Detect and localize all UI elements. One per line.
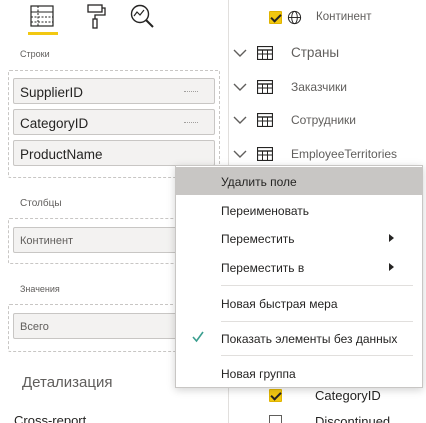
chevron-down-icon[interactable]	[233, 147, 247, 161]
context-menu: Удалить поле Переименовать Переместить П…	[175, 165, 423, 388]
menu-item-label: Переместить	[221, 232, 295, 246]
menu-item-label: Новая группа	[221, 367, 296, 381]
field-label: Всего	[20, 321, 49, 333]
field-row-continent[interactable]: Континент	[229, 6, 426, 30]
drillthrough-title: Детализация	[22, 374, 113, 391]
table-row-employees[interactable]: Сотрудники	[229, 109, 426, 133]
active-tab-indicator	[28, 32, 58, 35]
menu-item-label: Переместить в	[221, 261, 305, 275]
chevron-down-icon[interactable]	[233, 80, 247, 94]
rows-field-supplierid[interactable]: SupplierID	[13, 78, 215, 104]
field-label: Континент	[316, 11, 372, 23]
columns-label: Столбцы	[20, 198, 62, 209]
field-label: CategoryID	[20, 116, 89, 131]
table-icon	[257, 80, 273, 94]
menu-item-rename[interactable]: Переименовать	[176, 196, 422, 224]
field-label: Discontinued	[315, 414, 391, 423]
table-label: EmployeeTerritories	[291, 147, 398, 161]
checkmark-icon	[192, 331, 204, 343]
menu-item-move-to[interactable]: Переместить в	[176, 253, 422, 281]
rows-field-categoryid[interactable]: CategoryID	[13, 109, 215, 135]
table-row-employee-territories[interactable]: EmployeeTerritories	[229, 143, 426, 167]
table-icon	[257, 113, 273, 127]
menu-item-show-items-without-data[interactable]: Показать элементы без данных	[176, 324, 422, 352]
checkbox-checked-icon[interactable]	[269, 389, 282, 402]
menu-divider	[221, 355, 413, 356]
magnifier-chart-icon[interactable]	[128, 2, 156, 30]
menu-item-move[interactable]: Переместить	[176, 224, 422, 252]
submenu-arrow-icon	[389, 234, 394, 242]
table-row-countries[interactable]: Страны	[229, 42, 426, 66]
table-icon	[257, 147, 273, 161]
menu-item-label: Новая быстрая мера	[221, 297, 338, 311]
more-options-icon[interactable]	[184, 122, 198, 125]
table-label: Страны	[291, 45, 340, 60]
field-label: SupplierID	[20, 85, 84, 100]
values-label: Значения	[20, 284, 60, 294]
menu-item-label: Показать элементы без данных	[221, 332, 398, 346]
paint-roller-icon[interactable]	[82, 2, 110, 30]
rows-field-productname[interactable]: ProductName	[13, 140, 215, 166]
menu-item-new-quick-measure[interactable]: Новая быстрая мера	[176, 289, 422, 317]
pane-tabs	[0, 0, 228, 40]
checkbox-checked-icon[interactable]	[269, 11, 282, 24]
chevron-down-icon[interactable]	[233, 113, 247, 127]
table-label: Сотрудники	[291, 113, 356, 127]
menu-item-remove-field[interactable]: Удалить поле	[176, 167, 422, 195]
chevron-down-icon[interactable]	[233, 46, 247, 60]
field-label: ProductName	[20, 147, 103, 162]
field-label: CategoryID	[315, 388, 381, 403]
globe-icon	[287, 10, 302, 25]
submenu-arrow-icon	[389, 263, 394, 271]
table-fields-icon[interactable]	[28, 2, 56, 30]
field-row-discontinued[interactable]: Discontinued	[229, 410, 426, 423]
menu-divider	[221, 285, 413, 286]
menu-divider	[221, 321, 413, 322]
rows-well: SupplierID CategoryID ProductName	[8, 70, 220, 178]
cross-report-label: Cross-report	[14, 413, 87, 423]
table-icon	[257, 46, 273, 60]
more-options-icon[interactable]	[184, 91, 198, 94]
field-label: Континент	[20, 235, 74, 247]
menu-item-label: Удалить поле	[221, 175, 297, 189]
menu-item-label: Переименовать	[221, 204, 309, 218]
checkbox-unchecked-icon[interactable]	[269, 415, 282, 423]
table-row-customers[interactable]: Заказчики	[229, 76, 426, 100]
table-label: Заказчики	[291, 80, 347, 94]
menu-item-new-group[interactable]: Новая группа	[176, 359, 422, 387]
rows-label: Строки	[20, 49, 50, 59]
